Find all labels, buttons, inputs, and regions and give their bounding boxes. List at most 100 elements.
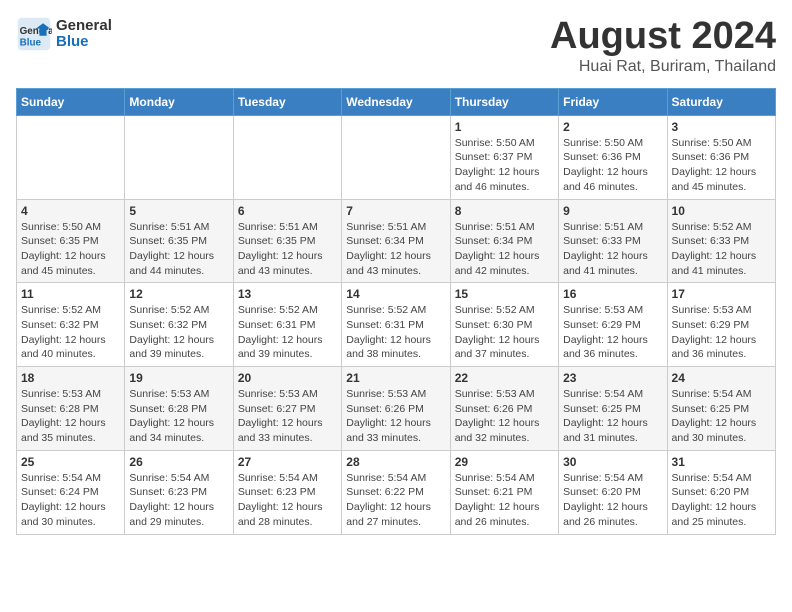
main-title: August 2024 xyxy=(550,16,776,58)
calendar-day-cell: 12 Sunrise: 5:52 AM Sunset: 6:32 PM Dayli… xyxy=(125,283,233,367)
calendar-day-cell: 6Sunrise: 5:51 AM Sunset: 6:35 PM Daylig… xyxy=(233,199,341,283)
calendar-day-cell: 5 Sunrise: 5:51 AM Sunset: 6:35 PM Daylig… xyxy=(125,199,233,283)
day-number: 24 xyxy=(672,371,771,385)
day-of-week-header: Tuesday xyxy=(233,88,341,115)
day-of-week-header: Wednesday xyxy=(342,88,450,115)
day-number: 2 xyxy=(563,120,662,134)
calendar-week-row: 1 Sunrise: 5:50 AM Sunset: 6:37 PM Daylig… xyxy=(17,115,776,199)
day-number: 27 xyxy=(238,455,337,469)
calendar-day-cell: 11 Sunrise: 5:52 AM Sunset: 6:32 PM Dayli… xyxy=(17,283,125,367)
day-of-week-header: Thursday xyxy=(450,88,558,115)
day-info: Sunrise: 5:54 AM Sunset: 6:25 PM Dayligh… xyxy=(672,387,771,446)
day-info: Sunrise: 5:54 AM Sunset: 6:25 PM Dayligh… xyxy=(563,387,662,446)
calendar-week-row: 25 Sunrise: 5:54 AM Sunset: 6:24 PM Dayli… xyxy=(17,450,776,534)
day-info: Sunrise: 5:50 AM Sunset: 6:37 PM Dayligh… xyxy=(455,136,554,195)
calendar-week-row: 4 Sunrise: 5:50 AM Sunset: 6:35 PM Daylig… xyxy=(17,199,776,283)
day-number: 10 xyxy=(672,204,771,218)
day-number: 21 xyxy=(346,371,445,385)
day-info: Sunrise: 5:52 AM Sunset: 6:32 PM Dayligh… xyxy=(21,303,120,362)
calendar-day-cell: 18 Sunrise: 5:53 AM Sunset: 6:28 PM Dayli… xyxy=(17,367,125,451)
day-info: Sunrise: 5:54 AM Sunset: 6:22 PM Dayligh… xyxy=(346,471,445,530)
day-of-week-header: Friday xyxy=(559,88,667,115)
calendar-day-cell: 8 Sunrise: 5:51 AM Sunset: 6:34 PM Daylig… xyxy=(450,199,558,283)
day-number: 31 xyxy=(672,455,771,469)
day-number: 23 xyxy=(563,371,662,385)
day-info: Sunrise: 5:53 AM Sunset: 6:29 PM Dayligh… xyxy=(563,303,662,362)
day-info: Sunrise: 5:51 AM Sunset: 6:34 PM Dayligh… xyxy=(346,220,445,279)
calendar-day-cell: 15 Sunrise: 5:52 AM Sunset: 6:30 PM Dayli… xyxy=(450,283,558,367)
day-number: 13 xyxy=(238,287,337,301)
day-info: Sunrise: 5:52 AM Sunset: 6:31 PM Dayligh… xyxy=(238,303,337,362)
day-number: 5 xyxy=(129,204,228,218)
calendar-day-cell: 3Sunrise: 5:50 AM Sunset: 6:36 PM Daylig… xyxy=(667,115,775,199)
calendar-day-cell xyxy=(125,115,233,199)
day-info: Sunrise: 5:51 AM Sunset: 6:33 PM Dayligh… xyxy=(563,220,662,279)
day-number: 7 xyxy=(346,204,445,218)
calendar-week-row: 11 Sunrise: 5:52 AM Sunset: 6:32 PM Dayli… xyxy=(17,283,776,367)
calendar-day-cell: 27Sunrise: 5:54 AM Sunset: 6:23 PM Dayli… xyxy=(233,450,341,534)
day-number: 11 xyxy=(21,287,120,301)
day-info: Sunrise: 5:51 AM Sunset: 6:34 PM Dayligh… xyxy=(455,220,554,279)
day-info: Sunrise: 5:51 AM Sunset: 6:35 PM Dayligh… xyxy=(129,220,228,279)
day-number: 25 xyxy=(21,455,120,469)
day-info: Sunrise: 5:52 AM Sunset: 6:30 PM Dayligh… xyxy=(455,303,554,362)
calendar-day-cell: 29Sunrise: 5:54 AM Sunset: 6:21 PM Dayli… xyxy=(450,450,558,534)
day-number: 20 xyxy=(238,371,337,385)
day-number: 17 xyxy=(672,287,771,301)
calendar-day-cell: 10Sunrise: 5:52 AM Sunset: 6:33 PM Dayli… xyxy=(667,199,775,283)
calendar-week-row: 18 Sunrise: 5:53 AM Sunset: 6:28 PM Dayli… xyxy=(17,367,776,451)
calendar-day-cell: 13 Sunrise: 5:52 AM Sunset: 6:31 PM Dayli… xyxy=(233,283,341,367)
logo-line2: Blue xyxy=(56,34,112,51)
day-number: 9 xyxy=(563,204,662,218)
calendar-day-cell xyxy=(342,115,450,199)
calendar-day-cell: 19 Sunrise: 5:53 AM Sunset: 6:28 PM Dayli… xyxy=(125,367,233,451)
calendar-day-cell: 7 Sunrise: 5:51 AM Sunset: 6:34 PM Daylig… xyxy=(342,199,450,283)
calendar-day-cell: 26 Sunrise: 5:54 AM Sunset: 6:23 PM Dayli… xyxy=(125,450,233,534)
calendar-day-cell: 4 Sunrise: 5:50 AM Sunset: 6:35 PM Daylig… xyxy=(17,199,125,283)
calendar-day-cell: 2 Sunrise: 5:50 AM Sunset: 6:36 PM Daylig… xyxy=(559,115,667,199)
svg-text:Blue: Blue xyxy=(20,38,42,49)
calendar-day-cell xyxy=(17,115,125,199)
day-info: Sunrise: 5:54 AM Sunset: 6:20 PM Dayligh… xyxy=(563,471,662,530)
logo-line1: General xyxy=(56,18,112,35)
calendar-day-cell: 23 Sunrise: 5:54 AM Sunset: 6:25 PM Dayli… xyxy=(559,367,667,451)
day-number: 12 xyxy=(129,287,228,301)
day-number: 16 xyxy=(563,287,662,301)
subtitle: Huai Rat, Buriram, Thailand xyxy=(550,58,776,76)
calendar-day-cell: 31 Sunrise: 5:54 AM Sunset: 6:20 PM Dayli… xyxy=(667,450,775,534)
logo: General Blue General Blue xyxy=(16,16,112,52)
day-number: 26 xyxy=(129,455,228,469)
day-of-week-header: Saturday xyxy=(667,88,775,115)
logo-icon: General Blue xyxy=(16,16,52,52)
day-info: Sunrise: 5:54 AM Sunset: 6:24 PM Dayligh… xyxy=(21,471,120,530)
day-number: 22 xyxy=(455,371,554,385)
day-number: 4 xyxy=(21,204,120,218)
calendar-day-cell: 14Sunrise: 5:52 AM Sunset: 6:31 PM Dayli… xyxy=(342,283,450,367)
day-number: 3 xyxy=(672,120,771,134)
day-number: 15 xyxy=(455,287,554,301)
day-number: 8 xyxy=(455,204,554,218)
day-info: Sunrise: 5:53 AM Sunset: 6:28 PM Dayligh… xyxy=(21,387,120,446)
day-info: Sunrise: 5:54 AM Sunset: 6:23 PM Dayligh… xyxy=(129,471,228,530)
day-info: Sunrise: 5:50 AM Sunset: 6:35 PM Dayligh… xyxy=(21,220,120,279)
day-number: 30 xyxy=(563,455,662,469)
calendar-table: SundayMondayTuesdayWednesdayThursdayFrid… xyxy=(16,88,776,535)
calendar-day-cell: 20Sunrise: 5:53 AM Sunset: 6:27 PM Dayli… xyxy=(233,367,341,451)
calendar-day-cell: 28Sunrise: 5:54 AM Sunset: 6:22 PM Dayli… xyxy=(342,450,450,534)
day-number: 6 xyxy=(238,204,337,218)
header: General Blue General Blue August 2024 Hu… xyxy=(16,16,776,76)
day-info: Sunrise: 5:53 AM Sunset: 6:26 PM Dayligh… xyxy=(455,387,554,446)
day-number: 19 xyxy=(129,371,228,385)
day-info: Sunrise: 5:52 AM Sunset: 6:32 PM Dayligh… xyxy=(129,303,228,362)
day-number: 18 xyxy=(21,371,120,385)
day-info: Sunrise: 5:50 AM Sunset: 6:36 PM Dayligh… xyxy=(563,136,662,195)
day-info: Sunrise: 5:54 AM Sunset: 6:20 PM Dayligh… xyxy=(672,471,771,530)
day-number: 14 xyxy=(346,287,445,301)
calendar-day-cell: 22 Sunrise: 5:53 AM Sunset: 6:26 PM Dayli… xyxy=(450,367,558,451)
day-of-week-header: Sunday xyxy=(17,88,125,115)
day-number: 1 xyxy=(455,120,554,134)
day-info: Sunrise: 5:53 AM Sunset: 6:28 PM Dayligh… xyxy=(129,387,228,446)
calendar-day-cell: 9 Sunrise: 5:51 AM Sunset: 6:33 PM Daylig… xyxy=(559,199,667,283)
day-info: Sunrise: 5:54 AM Sunset: 6:21 PM Dayligh… xyxy=(455,471,554,530)
calendar-day-cell: 21Sunrise: 5:53 AM Sunset: 6:26 PM Dayli… xyxy=(342,367,450,451)
